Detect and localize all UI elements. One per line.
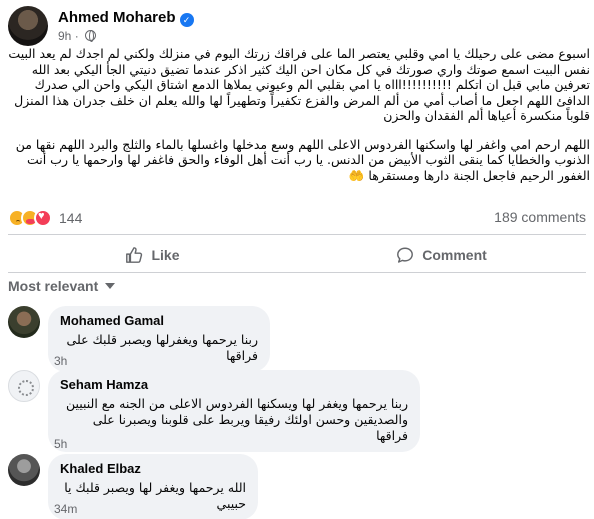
post-header: Ahmed Mohareb ✓ 9h · bbox=[8, 6, 408, 46]
comment-sort-dropdown[interactable]: Most relevant bbox=[8, 278, 116, 294]
commenter-name[interactable]: Seham Hamza bbox=[60, 377, 408, 392]
avatar[interactable] bbox=[8, 454, 40, 486]
post-meta: 9h · bbox=[58, 29, 97, 43]
comment-bubble: Seham Hamza ربنا يرحمها ويغفر لها ويسكنه… bbox=[48, 370, 420, 452]
avatar[interactable] bbox=[8, 370, 40, 402]
reaction-count[interactable]: 144 bbox=[59, 210, 82, 226]
divider bbox=[8, 272, 586, 273]
comment-time[interactable]: 3h bbox=[54, 354, 67, 368]
post-time[interactable]: 9h bbox=[58, 29, 71, 43]
like-label: Like bbox=[151, 247, 180, 263]
like-icon bbox=[126, 247, 143, 263]
like-button[interactable]: Like bbox=[8, 238, 297, 272]
post-actions: Like Comment bbox=[8, 238, 586, 272]
commenter-name[interactable]: Khaled Elbaz bbox=[60, 461, 246, 476]
post-paragraph-1: اسبوع مضى على رحيلك يا امي وقلبي يعتصر ا… bbox=[8, 46, 590, 123]
love-reaction-icon bbox=[34, 209, 52, 227]
globe-icon bbox=[85, 30, 97, 42]
comment-text: ربنا يرحمها ويغفر لها ويسكنها الفردوس ال… bbox=[65, 396, 408, 443]
reactions-summary[interactable]: 144 bbox=[8, 209, 82, 227]
comment-time[interactable]: 34m bbox=[54, 502, 77, 516]
divider bbox=[8, 234, 586, 235]
meta-separator: · bbox=[74, 29, 79, 43]
comment-text: ربنا يرحمها ويغفرلها ويصبر قلبك على فراق… bbox=[66, 332, 258, 363]
author-name[interactable]: Ahmed Mohareb bbox=[58, 9, 176, 26]
comment-time[interactable]: 5h bbox=[54, 437, 67, 451]
comment-count[interactable]: 189 comments bbox=[494, 209, 586, 225]
comment-icon bbox=[397, 247, 414, 263]
post-paragraph-2: اللهم ارحم امي واغفر لها واسكنها الفردوس… bbox=[15, 136, 590, 183]
commenter-name[interactable]: Mohamed Gamal bbox=[60, 313, 258, 328]
avatar[interactable] bbox=[8, 306, 40, 338]
post-text: اسبوع مضى على رحيلك يا امي وقلبي يعتصر ا… bbox=[8, 46, 590, 196]
caret-down-icon bbox=[105, 283, 116, 289]
comment-label: Comment bbox=[422, 247, 487, 263]
comment-bubble: Khaled Elbaz الله يرحمها ويغفر لها ويصبر… bbox=[48, 454, 258, 519]
comment-bubble: Mohamed Gamal ربنا يرحمها ويغفرلها ويصبر… bbox=[48, 306, 270, 372]
comment-text: الله يرحمها ويغفر لها ويصبر قلبك يا حبيب… bbox=[64, 480, 246, 511]
verified-badge-icon: ✓ bbox=[179, 13, 194, 27]
sort-label: Most relevant bbox=[8, 278, 99, 294]
author-avatar[interactable] bbox=[8, 6, 48, 46]
comment-button[interactable]: Comment bbox=[297, 238, 586, 272]
author-name-row: Ahmed Mohareb ✓ bbox=[58, 9, 194, 27]
